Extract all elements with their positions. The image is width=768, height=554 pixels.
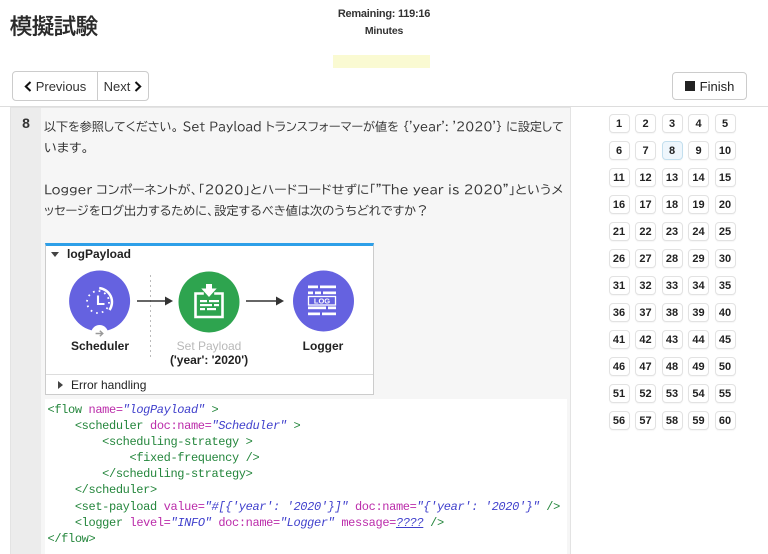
svg-text:LOG: LOG <box>314 297 330 306</box>
